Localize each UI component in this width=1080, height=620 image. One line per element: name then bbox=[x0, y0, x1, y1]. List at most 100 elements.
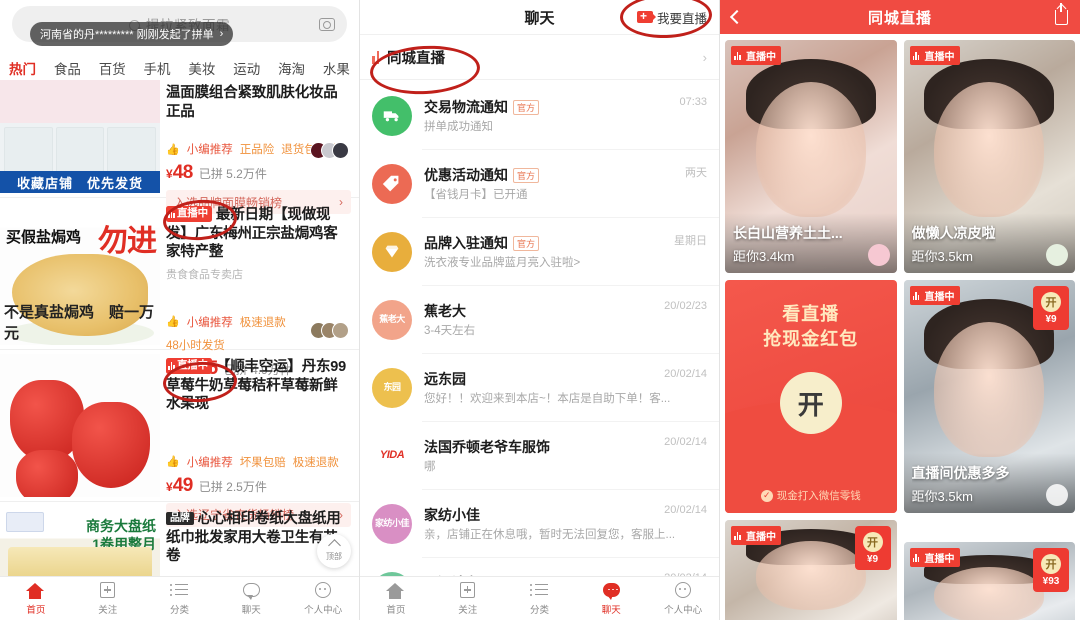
tab-profile[interactable]: 个人中心 bbox=[287, 577, 359, 620]
bottom-tabbar: 首页 关注 分类 聊天 个人中心 bbox=[360, 576, 719, 620]
product-card[interactable]: 直播中 【顺丰空运】丹东99草莓牛奶草莓秸秆草莓新鲜水果现 👍 小编推荐 坏果包… bbox=[0, 350, 359, 527]
open-envelope-button[interactable]: 开 bbox=[779, 372, 842, 435]
chat-list-item[interactable]: 家纺小佳 家纺小佳 亲，店铺正在休息哦，暂时无法回复您，客服上... 20/02… bbox=[360, 490, 719, 558]
live-badge[interactable]: 直播中 bbox=[166, 206, 212, 222]
tab-follow[interactable]: 关注 bbox=[72, 577, 144, 620]
live-badge-label: 直播中 bbox=[924, 292, 955, 303]
live-header: 同城直播 bbox=[720, 0, 1080, 34]
product-info: 直播中 最新日期【现做现发】广东梅州正宗盐焗鸡客家特产整 贵食食品专卖店 👍 小… bbox=[160, 202, 359, 379]
product-card[interactable]: 买假盐焗鸡 勿进 不是真盐焗鸡 赔一万元 直播中 最新日期【现做现发】广东梅州正… bbox=[0, 198, 359, 379]
tab-label: 分类 bbox=[169, 604, 189, 616]
live-card[interactable]: 直播中 做懒人凉皮啦 距你3.5km bbox=[903, 40, 1075, 273]
chat-list-item[interactable]: YIDA 法国乔顿老爷车服饰 哪 20/02/14 bbox=[360, 422, 719, 490]
avatar bbox=[372, 96, 412, 136]
share-icon[interactable] bbox=[1055, 2, 1068, 25]
chat-list-item[interactable]: 优惠活动通知 官方 【省钱月卡】已开通 两天 bbox=[360, 150, 719, 218]
three-panel-screenshot: 提拉紧致面霜 热门 食品 百货 手机 美妆 运动 海淘 水果 收藏店铺 优先发货 bbox=[0, 0, 1080, 620]
chat-list-item[interactable]: 交易物流通知 官方 拼单成功通知 07:33 bbox=[360, 82, 719, 150]
category-tab-fruit[interactable]: 水果 bbox=[322, 58, 351, 78]
chat-item-time: 20/02/23 bbox=[664, 300, 707, 312]
truck-icon bbox=[383, 111, 399, 122]
tab-chat[interactable]: 聊天 bbox=[215, 577, 287, 620]
product-image[interactable]: 收藏店铺 优先发货 bbox=[0, 80, 160, 193]
live-badge: 直播中 bbox=[909, 286, 960, 305]
tab-chat[interactable]: 聊天 bbox=[575, 577, 647, 620]
chat-item-body: 优惠活动通知 官方 【省钱月卡】已开通 bbox=[412, 165, 707, 203]
city-live-entry[interactable]: 同城直播 › bbox=[360, 34, 719, 80]
live-badge[interactable]: 直播中 bbox=[166, 358, 212, 374]
product-image[interactable]: 商务大盘纸 1卷用整月 bbox=[0, 506, 160, 576]
category-tab-beauty[interactable]: 美妆 bbox=[187, 58, 216, 78]
product-sold-count: 已拼 5.2万件 bbox=[198, 167, 267, 182]
camera-icon[interactable] bbox=[319, 17, 335, 31]
diamond-icon bbox=[385, 245, 399, 258]
promo-line-1: 看直播 bbox=[782, 304, 840, 324]
back-arrow-icon[interactable] bbox=[729, 9, 745, 25]
promo-line-2: 抢现金红包 bbox=[763, 329, 859, 350]
chat-item-name: 品牌入驻通知 官方 bbox=[424, 233, 707, 253]
live-card-distance: 距你3.5km bbox=[911, 489, 973, 504]
back-to-top-button[interactable]: 顶部 bbox=[317, 534, 351, 568]
chat-item-time: 星期日 bbox=[674, 235, 707, 247]
product-card[interactable]: 收藏店铺 优先发货 温面膜组合紧致肌肤化妆品正品 👍 小编推荐 正品险 退货包运… bbox=[0, 76, 359, 215]
chat-item-preview: 拼单成功通知 bbox=[424, 121, 493, 133]
live-card[interactable]: 直播中 开 ¥93 bbox=[903, 542, 1075, 620]
avatar: 家纺小佳 bbox=[372, 504, 412, 544]
envelope-open-label: 开 bbox=[862, 531, 883, 552]
caret-up-icon bbox=[327, 538, 341, 552]
tab-follow[interactable]: 关注 bbox=[432, 577, 504, 620]
chat-list-item[interactable]: 蕉老大 蕉老大 3-4天左右 20/02/23 bbox=[360, 286, 719, 354]
tab-category[interactable]: 分类 bbox=[144, 577, 216, 620]
chat-list-item[interactable]: 品牌入驻通知 官方 洗衣液专业品牌蓝月亮入驻啦> 星期日 bbox=[360, 218, 719, 286]
chat-item-preview: 【省钱月卡】已开通 bbox=[424, 189, 528, 201]
chat-item-body: 品牌入驻通知 官方 洗衣液专业品牌蓝月亮入驻啦> bbox=[412, 233, 707, 271]
category-tab-phone[interactable]: 手机 bbox=[143, 58, 172, 78]
buyer-avatars bbox=[310, 322, 349, 339]
tab-label: 首页 bbox=[386, 604, 406, 616]
live-card[interactable]: 直播中 长白山营养土土... 距你3.4km bbox=[725, 40, 897, 273]
tab-home[interactable]: 首页 bbox=[360, 577, 432, 620]
live-card-title: 做懒人凉皮啦 bbox=[911, 225, 996, 241]
avatar: 东园 bbox=[372, 368, 412, 408]
chat-icon bbox=[242, 582, 261, 600]
envelope-amount: ¥9 bbox=[1045, 313, 1057, 325]
product-image[interactable] bbox=[0, 354, 160, 497]
envelope-open-label: 开 bbox=[1041, 291, 1061, 312]
chat-list-item[interactable]: 思源达贸易 思源达贸易 亲，店铺正在休息哦，暂时无法回复您，客服上... 20/… bbox=[360, 558, 719, 576]
product-image[interactable]: 买假盐焗鸡 勿进 不是真盐焗鸡 赔一万元 bbox=[0, 202, 160, 345]
category-tab-general[interactable]: 百货 bbox=[98, 58, 127, 78]
home-icon bbox=[26, 582, 45, 599]
category-tab-food[interactable]: 食品 bbox=[53, 58, 82, 78]
chat-name-text: 家纺小佳 bbox=[424, 507, 480, 523]
tab-label: 分类 bbox=[529, 604, 549, 616]
avatar: YIDA bbox=[372, 436, 412, 476]
red-envelope-promo-card[interactable]: 看直播 抢现金红包 开 ✓ 现金打入微信零钱 bbox=[725, 280, 897, 513]
chat-item-preview: 洗衣液专业品牌蓝月亮入驻啦> bbox=[424, 257, 581, 269]
live-card-title: 长白山营养土土... bbox=[733, 225, 843, 241]
category-tab-sports[interactable]: 运动 bbox=[232, 58, 261, 78]
pingtuan-toast[interactable]: 河南省的丹********* 刚刚发起了拼单 › bbox=[30, 22, 234, 46]
red-envelope-badge[interactable]: 开 ¥9 bbox=[854, 526, 891, 570]
red-envelope-badge[interactable]: 开 ¥9 bbox=[1033, 286, 1069, 330]
product-feed[interactable]: 收藏店铺 优先发货 温面膜组合紧致肌肤化妆品正品 👍 小编推荐 正品险 退货包运… bbox=[0, 76, 359, 576]
live-card[interactable]: 直播中 开 ¥9 直播间优惠多多 距你3.5km bbox=[903, 280, 1075, 513]
tab-profile[interactable]: 个人中心 bbox=[647, 577, 719, 620]
tab-category[interactable]: 分类 bbox=[504, 577, 576, 620]
live-badge-label: 直播中 bbox=[746, 532, 776, 543]
category-tab-overseas[interactable]: 海淘 bbox=[277, 58, 306, 78]
tab-home[interactable]: 首页 bbox=[0, 577, 72, 620]
shop-feed-panel: 提拉紧致面霜 热门 食品 百货 手机 美妆 运动 海淘 水果 收藏店铺 优先发货 bbox=[0, 0, 360, 620]
red-envelope-badge[interactable]: 开 ¥93 bbox=[1033, 548, 1069, 592]
chat-list[interactable]: 交易物流通知 官方 拼单成功通知 07:33 优惠活动通知 官方 【省钱月卡】已… bbox=[360, 82, 719, 576]
live-card-grid[interactable]: 直播中 长白山营养土土... 距你3.4km 直播中 做懒人凉皮啦 距你3.5k… bbox=[720, 34, 1080, 620]
chat-list-item[interactable]: 东园 远东园 您好！！欢迎来到本店~！本店是自助下单！客... 20/02/14 bbox=[360, 354, 719, 422]
category-tab-hot[interactable]: 热门 bbox=[8, 58, 37, 78]
product-card[interactable]: 商务大盘纸 1卷用整月 品牌 心心相印卷纸大盘纸用纸巾批发家用大卷卫生有芯卷 bbox=[0, 502, 359, 576]
chat-item-time: 20/02/14 bbox=[664, 504, 707, 516]
page-title: 同城直播 bbox=[867, 9, 932, 27]
live-card[interactable]: 直播中 开 ¥9 bbox=[725, 520, 897, 620]
promo-footer: ✓ 现金打入微信零钱 bbox=[760, 488, 861, 503]
go-live-button[interactable]: 我要直播 bbox=[636, 8, 707, 27]
plus-card-icon bbox=[458, 581, 477, 599]
envelope-amount: ¥93 bbox=[1042, 575, 1060, 587]
